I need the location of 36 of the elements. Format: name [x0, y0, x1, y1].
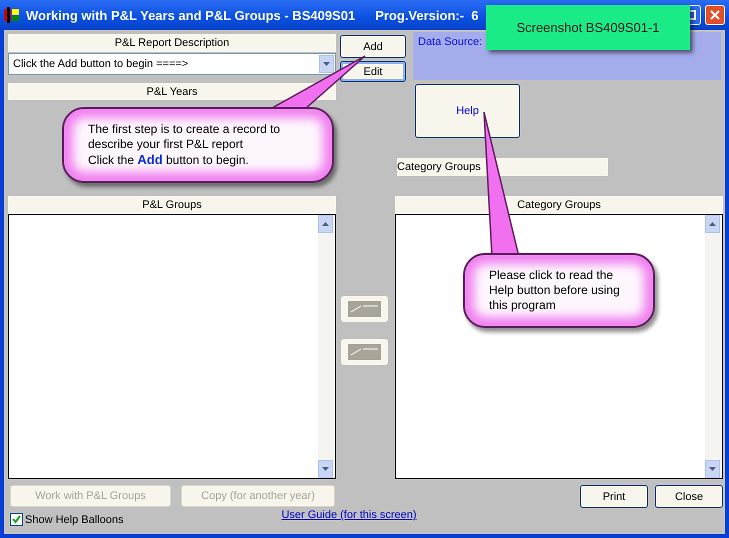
- checkbox[interactable]: [10, 513, 23, 526]
- help-button[interactable]: Help: [415, 84, 520, 138]
- add-button[interactable]: Add: [340, 35, 406, 58]
- check-icon: [12, 515, 21, 524]
- switch-icon: [348, 344, 381, 360]
- section-header: P&L Years: [8, 83, 336, 100]
- user-guide-link[interactable]: User Guide (for this screen): [281, 509, 417, 526]
- description-dropdown[interactable]: Click the Add button to begin ====>: [8, 53, 336, 75]
- switch-icon: [348, 301, 381, 317]
- scroll-down-button[interactable]: [318, 460, 333, 478]
- up-arrow-icon: [322, 222, 329, 226]
- close-button[interactable]: Close: [655, 485, 723, 508]
- app-icon: [4, 7, 20, 23]
- category-groups-label: Category Groups: [397, 158, 608, 176]
- window-title: Working with P&L Years and P&L Groups - BS409S01: [26, 8, 356, 22]
- move-button[interactable]: [341, 339, 388, 365]
- close-icon: [710, 10, 720, 20]
- up-arrow-icon: [709, 222, 716, 226]
- section-header: P&L Report Description: [8, 34, 336, 52]
- close-window-button[interactable]: [705, 5, 725, 25]
- dropdown-arrow-icon: [323, 62, 330, 66]
- checkbox-label: Show Help Balloons: [25, 514, 124, 526]
- move-button[interactable]: [341, 296, 388, 322]
- scroll-up-button[interactable]: [705, 215, 720, 233]
- scroll-down-button[interactable]: [705, 460, 720, 478]
- balloon-text: Please click to read the Help button before using this program: [489, 268, 620, 313]
- print-button[interactable]: Print: [580, 485, 648, 508]
- balloon-text: The first step is to create a record to describe your first P&L report Click the Add button to begin.: [88, 122, 280, 168]
- edit-button[interactable]: Edit: [340, 61, 406, 82]
- version-text: Prog.Version:- 6: [375, 8, 479, 22]
- section-header: Category Groups: [395, 196, 723, 214]
- scroll-up-button[interactable]: [318, 215, 333, 233]
- down-arrow-icon: [709, 467, 716, 471]
- screenshot-caption-toast: Screenshot BS409S01-1: [486, 5, 690, 50]
- section-header: P&L Groups: [8, 196, 336, 214]
- down-arrow-icon: [322, 467, 329, 471]
